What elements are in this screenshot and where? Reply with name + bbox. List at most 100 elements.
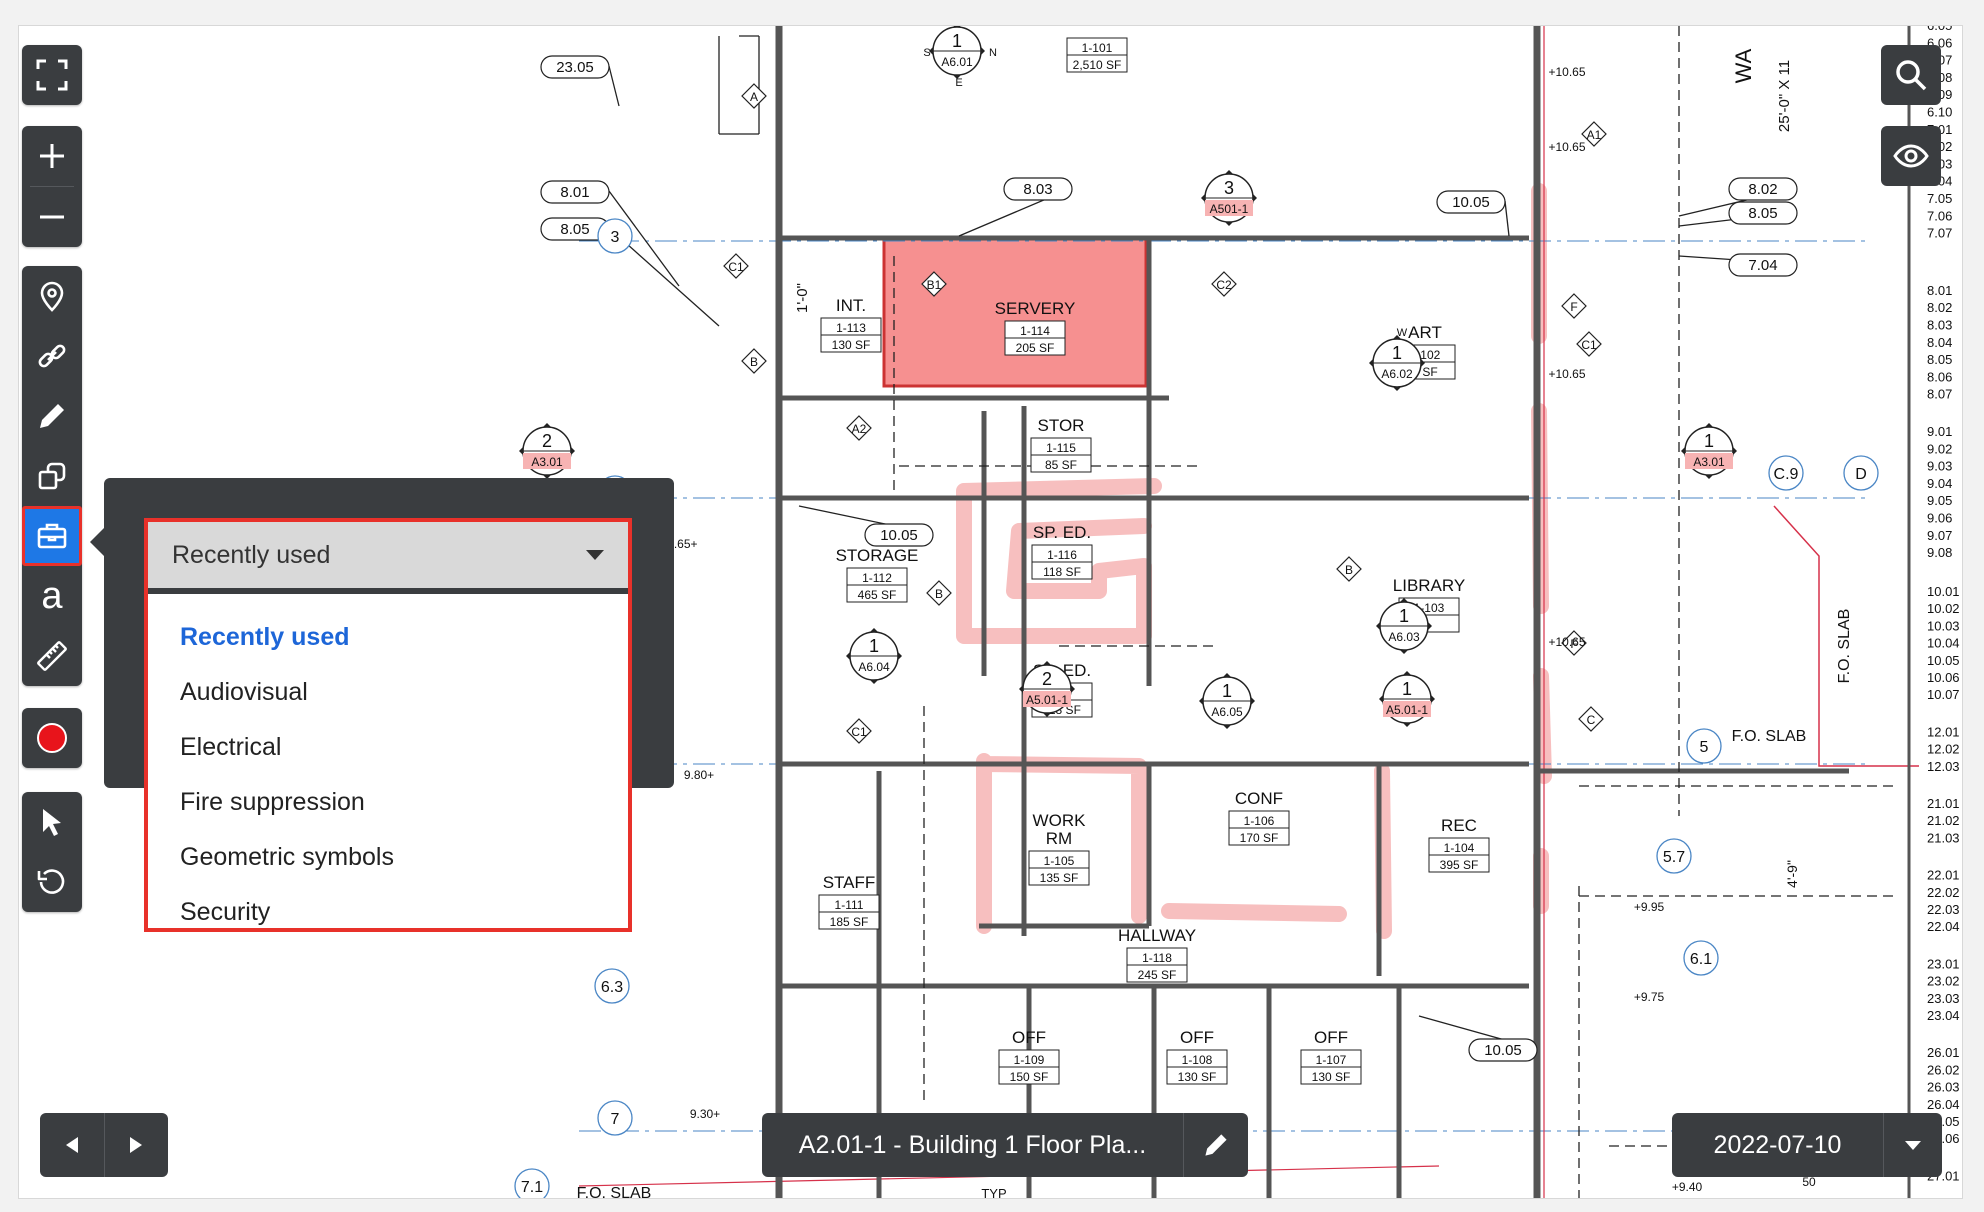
link-icon (38, 344, 66, 368)
room-area: 150 SF (1010, 1070, 1049, 1084)
room-name: STAFF (823, 873, 876, 892)
keynote-text: 8.03 (1023, 181, 1052, 198)
diamond-marker-label: F (1570, 300, 1577, 314)
diamond-marker-label: C (1587, 713, 1596, 727)
diamond-marker-label: B (935, 587, 943, 601)
room-area: 395 SF (1440, 858, 1479, 872)
toolbox-tool[interactable] (22, 506, 82, 566)
edge-reference: 26.04 (1927, 1097, 1960, 1112)
section-mark-sheet-ref: A5.01-1 (1386, 703, 1428, 717)
category-option-audiovisual[interactable]: Audiovisual (148, 665, 628, 720)
elevation-label: 9.80+ (684, 768, 714, 782)
zoom-out-icon (40, 215, 64, 219)
pin-tool[interactable] (22, 266, 82, 326)
ruler-tool[interactable] (22, 626, 82, 686)
edge-reference: 9.02 (1927, 441, 1952, 456)
category-option-fire-suppression[interactable]: Fire suppression (148, 775, 628, 830)
grid-bubble-label: 5.7 (1663, 849, 1685, 866)
pin-icon (40, 281, 64, 312)
room-number: 1-108 (1182, 1053, 1213, 1067)
revision-date: 2022-07-10 (1713, 1130, 1842, 1159)
edge-reference: 10.02 (1927, 601, 1960, 616)
search-button[interactable] (1881, 45, 1941, 105)
text-icon: a (41, 575, 63, 617)
next-sheet-button[interactable] (103, 1113, 169, 1177)
edge-reference: 9.05 (1927, 493, 1952, 508)
section-mark-number: 1 (952, 31, 962, 51)
category-dropdown-panel: Recently used Recently used Audiovisual … (144, 518, 632, 932)
elevation-label: +10.65 (1548, 140, 1585, 154)
section-mark-number: 1 (1399, 606, 1409, 626)
selection-group (22, 792, 82, 912)
visibility-button[interactable] (1881, 126, 1941, 186)
keynote-text: 10.05 (1452, 194, 1490, 211)
edge-reference: 10.01 (1927, 584, 1960, 599)
room-number: 1-112 (862, 571, 892, 585)
edge-reference: 23.02 (1927, 974, 1960, 989)
drafting-line (608, 65, 620, 107)
zoom-in-button[interactable] (22, 126, 82, 186)
room-name: OFF (1180, 1028, 1214, 1047)
shapes-tool[interactable] (22, 446, 82, 506)
sheet-navigation (40, 1113, 168, 1177)
section-mark-sheet-ref: A6.05 (1211, 705, 1243, 719)
edge-reference: 26.02 (1927, 1062, 1960, 1077)
compass-letter: N (989, 47, 997, 59)
zoom-out-button[interactable] (22, 187, 82, 247)
elevation-label: +9.75 (1634, 990, 1665, 1004)
category-option-security[interactable]: Security (148, 885, 628, 940)
toolbox-icon (37, 523, 67, 549)
edge-reference: 9.08 (1927, 545, 1952, 560)
undo-icon (37, 869, 65, 894)
room-name: LIBRARY (1393, 576, 1465, 595)
edge-reference: 8.07 (1927, 387, 1952, 402)
room-number: 1-104 (1444, 841, 1475, 855)
revision-dropdown-button[interactable] (1883, 1113, 1942, 1177)
section-mark-number: 1 (1402, 679, 1412, 699)
room-area: 130 SF (1178, 1070, 1217, 1084)
text-tool[interactable]: a (22, 566, 82, 626)
edge-reference: 21.01 (1927, 796, 1960, 811)
category-option-electrical[interactable]: Electrical (148, 720, 628, 775)
elevation-label: +9.40 (1672, 1180, 1703, 1194)
room-name: SP. ED. (1033, 523, 1091, 542)
room-name: STOR (1038, 416, 1085, 435)
keynote-text: 10.05 (880, 527, 918, 544)
category-select[interactable]: Recently used (148, 522, 628, 594)
edge-reference: 26.01 (1927, 1045, 1960, 1060)
compass-letter: E (955, 77, 962, 89)
section-mark-sheet-ref: A3.01 (1693, 455, 1725, 469)
edge-reference: 9.04 (1927, 476, 1952, 491)
edge-reference: 12.02 (1927, 742, 1960, 757)
category-option-geometric-symbols[interactable]: Geometric symbols (148, 830, 628, 885)
room-number: 1-114 (1020, 324, 1050, 338)
previous-sheet-button[interactable] (40, 1113, 104, 1177)
record-button[interactable] (22, 708, 82, 768)
room-number: 1-111 (835, 898, 864, 912)
diamond-marker-label: A (750, 90, 758, 104)
room-area: 245 SF (1138, 968, 1177, 982)
category-option-recently-used[interactable]: Recently used (148, 610, 628, 665)
edge-reference: 22.02 (1927, 885, 1960, 900)
revision-date-selector[interactable]: 2022-07-10 (1672, 1113, 1942, 1177)
pointer-tool[interactable] (22, 792, 82, 852)
caret-down-icon (586, 550, 604, 560)
edge-reference: 7.06 (1927, 208, 1952, 223)
edit-sheet-button[interactable] (1183, 1113, 1248, 1177)
caret-down-icon (1905, 1140, 1921, 1150)
grid-bubble-label: 3 (611, 229, 620, 246)
room-name: OFF (1012, 1028, 1046, 1047)
link-tool[interactable] (22, 326, 82, 386)
undo-button[interactable] (22, 852, 82, 912)
pencil-tool[interactable] (22, 386, 82, 446)
fullscreen-button[interactable] (22, 45, 82, 105)
edge-reference: 10.07 (1927, 687, 1960, 702)
section-mark-sheet-ref: A501-1 (1210, 202, 1249, 216)
edge-reference: 8.02 (1927, 300, 1952, 315)
fullscreen-icon (36, 59, 68, 91)
dimension-tag: 25'-0" X 11 (1776, 60, 1793, 132)
sheet-name[interactable]: A2.01-1 - Building 1 Floor Pla... (762, 1131, 1183, 1160)
section-mark-sheet-ref: A6.03 (1388, 630, 1420, 644)
triangle-left-icon (65, 1137, 78, 1153)
grid-bubble-label: 6.1 (1690, 951, 1712, 968)
